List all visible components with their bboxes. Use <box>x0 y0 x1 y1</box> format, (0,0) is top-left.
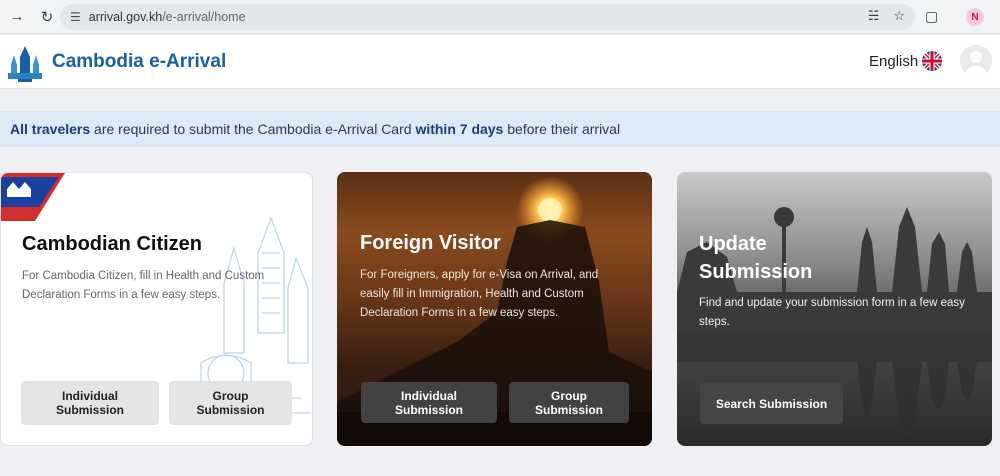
card-title: Foreign Visitor <box>360 232 501 254</box>
banner-emphasis-2: within 7 days <box>415 121 504 137</box>
group-submission-button[interactable]: Group Submission <box>169 381 292 425</box>
card-title: Cambodian Citizen <box>22 233 203 255</box>
browser-profile-avatar[interactable]: N <box>966 8 984 26</box>
language-selector[interactable]: English <box>869 53 918 70</box>
banner-emphasis-1: All travelers <box>10 121 91 137</box>
search-submission-button[interactable]: Search Submission <box>700 383 843 424</box>
url-path: /e-arrival/home <box>162 10 246 24</box>
browser-toolbar: → ↻ ☰ arrival.gov.kh/e-arrival/home ☵ ☆ … <box>0 0 1000 34</box>
back-arrow-icon[interactable]: → <box>4 4 30 30</box>
url-text: arrival.gov.kh/e-arrival/home <box>89 10 246 24</box>
translate-icon[interactable]: ☵ <box>868 8 880 24</box>
update-submission-card[interactable]: Update Submission Find and update your s… <box>677 172 992 446</box>
uk-flag-icon[interactable] <box>922 51 942 71</box>
individual-submission-button[interactable]: Individual Submission <box>361 382 497 423</box>
url-host: arrival.gov.kh <box>88 10 163 24</box>
site-title[interactable]: Cambodia e-Arrival <box>52 51 226 73</box>
site-settings-icon[interactable]: ☰ <box>70 10 81 24</box>
cambodian-citizen-card[interactable]: Cambodian Citizen For Cambodia Citizen, … <box>0 172 313 446</box>
foreign-visitor-card[interactable]: Foreign Visitor For Foreigners, apply fo… <box>337 172 652 446</box>
card-description: For Foreigners, apply for e-Visa on Arri… <box>360 269 599 319</box>
banner-text-2: before their arrival <box>503 121 621 137</box>
card-description: For Cambodia Citizen, fill in Health and… <box>22 270 265 301</box>
banner-text-1: are required to submit the Cambodia e-Ar… <box>90 121 416 137</box>
address-bar[interactable]: ☰ arrival.gov.kh/e-arrival/home ☵ ☆ <box>60 4 915 30</box>
site-header: Cambodia e-Arrival English <box>0 35 1000 89</box>
cambodia-flag-ribbon-icon <box>1 173 65 221</box>
extensions-icon[interactable]: ▢ <box>925 8 938 25</box>
individual-submission-button[interactable]: Individual Submission <box>21 381 159 425</box>
card-description: Find and update your submission form in … <box>699 297 965 328</box>
bookmark-star-icon[interactable]: ☆ <box>893 8 905 24</box>
group-submission-button[interactable]: Group Submission <box>509 382 629 423</box>
card-title: Update Submission <box>699 233 813 283</box>
info-banner: All travelers are required to submit the… <box>0 111 1000 147</box>
reload-icon[interactable]: ↻ <box>34 4 60 30</box>
user-avatar-icon[interactable] <box>960 45 992 77</box>
angkor-logo-icon[interactable] <box>6 43 44 83</box>
